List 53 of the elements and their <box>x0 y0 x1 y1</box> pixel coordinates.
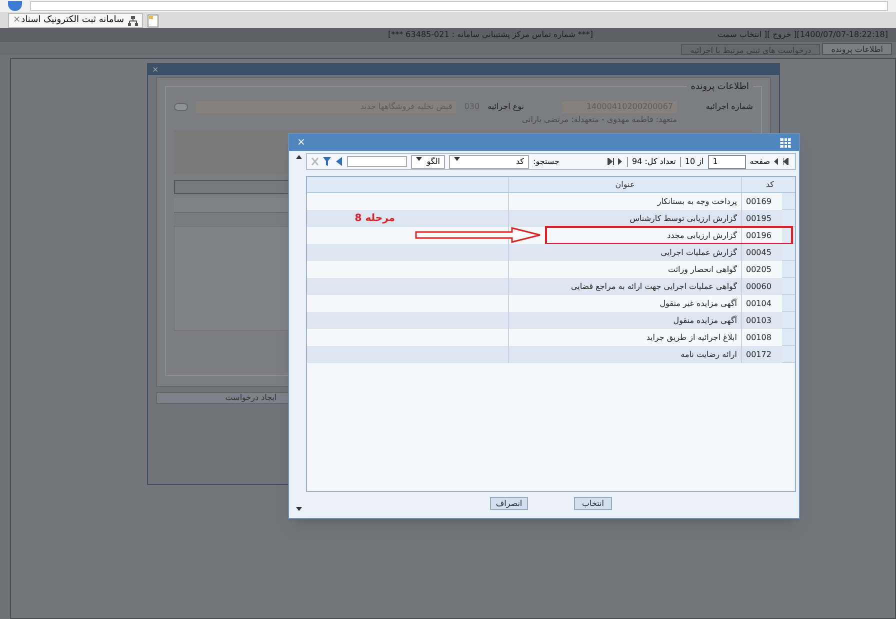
code-cell: 00172 <box>741 346 782 363</box>
search-input[interactable] <box>347 156 407 167</box>
row-header-cell[interactable] <box>782 278 795 295</box>
next-page-icon[interactable] <box>774 158 779 165</box>
search-field-dropdown[interactable]: کد <box>449 154 529 168</box>
browser-logo-icon[interactable] <box>8 1 22 11</box>
column-header[interactable]: عنوان <box>508 177 741 192</box>
close-icon[interactable]: × <box>13 14 21 28</box>
last-page-icon[interactable] <box>783 158 791 165</box>
first-page-icon[interactable] <box>606 158 614 165</box>
title-cell: ارائه رضایت نامه <box>508 346 741 363</box>
step-label: مرحله 8 <box>354 212 395 226</box>
grid-icon <box>780 138 791 148</box>
support-phone: [*** شماره تماس مرکز پشتیبانی سامانه : 021-63485 ***] <box>388 29 594 41</box>
browser-tab[interactable]: × سامانه ثبت الکترونیک اسناد <box>8 13 143 28</box>
tab[interactable]: اطلاعات پرونده <box>822 43 892 55</box>
row-header-cell[interactable] <box>782 329 795 346</box>
address-bar[interactable] <box>30 1 888 11</box>
search-label: جستجو: <box>533 156 560 168</box>
page-count: از 10 <box>684 156 704 168</box>
close-icon[interactable]: × <box>297 135 306 150</box>
clear-filter-icon[interactable] <box>311 157 319 166</box>
scroll-down-icon[interactable] <box>296 507 302 511</box>
caret-icon[interactable] <box>454 156 460 162</box>
field-label: نوع اجرائیه <box>488 100 524 112</box>
section-title: اطلاعات پرونده <box>686 81 753 94</box>
close-icon[interactable]: × <box>152 64 159 76</box>
dialog-button[interactable]: انصراف <box>490 497 528 510</box>
row-header-cell[interactable] <box>782 346 795 363</box>
row-header-cell[interactable] <box>782 210 795 227</box>
triangle-icon[interactable] <box>335 157 343 166</box>
row-header-cell[interactable] <box>782 193 795 210</box>
session-info[interactable]: [1400/07/07-18:22:18][ خروج ][ انتخاب سمت <box>718 29 888 41</box>
caret-icon[interactable] <box>416 156 422 162</box>
column-header[interactable]: کد <box>741 177 782 192</box>
code-cell: 00195 <box>741 210 782 227</box>
dialog-button[interactable]: انتخاب <box>574 497 612 510</box>
row-header-cell[interactable] <box>782 312 795 329</box>
small-button[interactable] <box>174 102 188 110</box>
new-tab-icon[interactable] <box>147 14 159 28</box>
filter-icon[interactable] <box>323 157 331 166</box>
field-label: شماره اجرائیه <box>704 100 753 112</box>
previous-page-icon[interactable] <box>618 158 623 165</box>
tab-title: سامانه ثبت الکترونیک اسناد <box>21 14 124 27</box>
row-header-cell[interactable] <box>782 261 795 278</box>
page-field[interactable]: 1 <box>708 154 746 168</box>
page-label: صفحه <box>750 156 770 168</box>
scroll-up-icon[interactable] <box>296 155 302 159</box>
row-header-cell[interactable] <box>782 295 795 312</box>
row-header-cell[interactable] <box>782 244 795 261</box>
total-count: تعداد کل: 94 <box>632 156 676 168</box>
match-mode-dropdown[interactable]: الگو <box>411 154 445 168</box>
sitemap-icon <box>128 16 138 26</box>
